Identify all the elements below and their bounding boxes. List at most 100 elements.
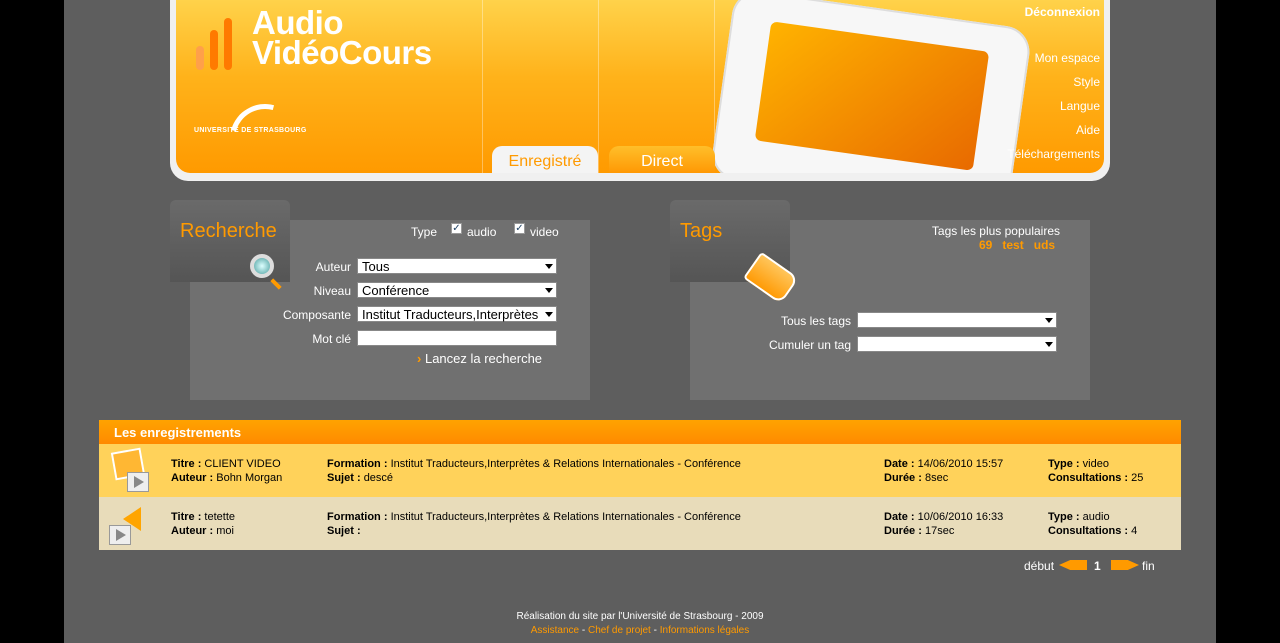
header-nav: Déconnexion Mon espace Style Langue Aide… bbox=[1007, 0, 1100, 161]
recording-type: audio bbox=[1082, 511, 1110, 523]
author-field-label: Auteur : bbox=[171, 472, 214, 484]
all-tags-label: Tous les tags bbox=[780, 314, 851, 328]
level-label: Niveau bbox=[313, 284, 351, 298]
logo-line2: VidéoCours bbox=[252, 34, 432, 71]
site-header: Audio VidéoCours UNIVERSITÉ DE STRASBOUR… bbox=[170, 0, 1110, 181]
type-field-label: Type : bbox=[1048, 458, 1080, 470]
author-label: Auteur bbox=[315, 260, 351, 274]
views-label: Consultations : bbox=[1048, 525, 1129, 537]
audio-checkbox[interactable]: ✓ bbox=[451, 223, 462, 234]
pagination-first-link[interactable]: début bbox=[1024, 559, 1054, 573]
tab-recorded[interactable]: Enregistré bbox=[492, 146, 598, 173]
all-tags-select[interactable] bbox=[857, 312, 1057, 328]
footer-separator: - bbox=[581, 625, 586, 636]
video-checkbox[interactable]: ✓ bbox=[514, 223, 525, 234]
duration-label: Durée : bbox=[884, 472, 922, 484]
combine-tag-select[interactable] bbox=[857, 336, 1057, 352]
popular-tag-link[interactable]: test bbox=[1002, 238, 1023, 252]
play-icon[interactable] bbox=[127, 472, 149, 492]
logo-bars-icon bbox=[196, 16, 240, 70]
audio-icon[interactable] bbox=[109, 503, 147, 545]
recordings-title: Les enregistrements bbox=[114, 425, 242, 440]
chevron-right-icon: › bbox=[417, 351, 422, 366]
level-select[interactable]: Conférence bbox=[357, 282, 557, 298]
formation-label: Formation : bbox=[327, 458, 388, 470]
recording-formation: Institut Traducteurs,Interprètes & Relat… bbox=[390, 511, 741, 523]
keyword-label: Mot clé bbox=[312, 332, 351, 346]
popular-tag-link[interactable]: uds bbox=[1034, 238, 1055, 252]
type-label: Type bbox=[411, 225, 438, 239]
site-logo[interactable]: Audio VidéoCours bbox=[252, 6, 432, 71]
popular-tags-label: Tags les plus populaires bbox=[931, 224, 1060, 238]
chevron-down-icon bbox=[545, 288, 553, 293]
footer-separator: - bbox=[653, 625, 657, 636]
combine-tag-label: Cumuler un tag bbox=[768, 338, 851, 352]
audio-label: audio bbox=[467, 225, 497, 239]
tab-live[interactable]: Direct bbox=[609, 146, 715, 173]
date-label: Date : bbox=[884, 511, 915, 523]
recording-author: Bohn Morgan bbox=[216, 472, 283, 484]
chevron-down-icon bbox=[545, 264, 553, 269]
player-device-illustration bbox=[709, 0, 1033, 173]
title-label: Titre : bbox=[171, 458, 202, 470]
recording-views: 25 bbox=[1131, 472, 1144, 484]
author-select-value: Tous bbox=[362, 259, 390, 274]
title-label: Titre : bbox=[171, 511, 202, 523]
recording-formation: Institut Traducteurs,Interprètes & Relat… bbox=[390, 458, 741, 470]
my-space-link[interactable]: Mon espace bbox=[1007, 51, 1100, 65]
type-field-label: Type : bbox=[1048, 511, 1080, 523]
chevron-down-icon bbox=[1045, 318, 1053, 323]
style-link[interactable]: Style bbox=[1007, 75, 1100, 89]
level-select-value: Conférence bbox=[362, 283, 430, 298]
chevron-down-icon bbox=[1045, 342, 1053, 347]
recording-row[interactable]: Titre : tetette Auteur : moi Formation :… bbox=[99, 497, 1181, 550]
date-label: Date : bbox=[884, 458, 915, 470]
recording-views: 4 bbox=[1131, 525, 1138, 537]
subject-label: Sujet : bbox=[327, 525, 361, 537]
popular-tags-list: 69 test uds bbox=[979, 238, 1055, 252]
chevron-down-icon bbox=[545, 312, 553, 317]
pagination-current-page[interactable]: 1 bbox=[1094, 559, 1101, 573]
recording-duration: 17sec bbox=[924, 525, 955, 537]
author-select[interactable]: Tous bbox=[357, 258, 557, 274]
header-banner: Audio VidéoCours UNIVERSITÉ DE STRASBOUR… bbox=[176, 0, 1104, 173]
downloads-link[interactable]: Téléchargements bbox=[1007, 147, 1100, 161]
recording-duration: 8sec bbox=[924, 472, 949, 484]
assistance-link[interactable]: Assistance bbox=[531, 625, 579, 636]
recording-title[interactable]: tetette bbox=[204, 511, 235, 523]
keyword-input[interactable] bbox=[357, 330, 557, 346]
footer-links: Assistance - Chef de projet - Informatio… bbox=[0, 625, 1280, 636]
search-submit-link[interactable]: › Lancez la recherche bbox=[417, 351, 542, 366]
search-submit-label: Lancez la recherche bbox=[424, 351, 543, 366]
recording-author: moi bbox=[216, 525, 234, 537]
component-label: Composante bbox=[282, 308, 351, 322]
duration-label: Durée : bbox=[884, 525, 922, 537]
university-swirl-icon bbox=[217, 91, 313, 173]
video-label: video bbox=[530, 225, 559, 239]
play-icon[interactable] bbox=[109, 525, 131, 545]
search-title: Recherche bbox=[180, 220, 277, 242]
subject-label: Sujet : bbox=[327, 472, 361, 484]
recording-title[interactable]: CLIENT VIDEO bbox=[204, 458, 280, 470]
tags-title: Tags bbox=[680, 220, 723, 242]
component-select-value: Institut Traducteurs,Interprètes bbox=[362, 307, 539, 322]
language-link[interactable]: Langue bbox=[1007, 99, 1100, 113]
views-label: Consultations : bbox=[1048, 472, 1129, 484]
recording-date: 10/06/2010 16:33 bbox=[917, 511, 1004, 523]
recording-date: 14/06/2010 15:57 bbox=[917, 458, 1004, 470]
author-field-label: Auteur : bbox=[171, 525, 214, 537]
help-link[interactable]: Aide bbox=[1007, 123, 1100, 137]
recording-row[interactable]: Titre : CLIENT VIDEO Auteur : Bohn Morga… bbox=[99, 444, 1181, 497]
recordings-header: Les enregistrements bbox=[99, 420, 1181, 444]
pagination-last-link[interactable]: fin bbox=[1142, 559, 1155, 573]
project-lead-link[interactable]: Chef de projet bbox=[588, 625, 651, 636]
logout-link[interactable]: Déconnexion bbox=[1007, 5, 1100, 19]
component-select[interactable]: Institut Traducteurs,Interprètes bbox=[357, 306, 557, 322]
formation-label: Formation : bbox=[327, 511, 388, 523]
recording-subject: descé bbox=[363, 472, 394, 484]
popular-tag-link[interactable]: 69 bbox=[979, 238, 992, 252]
recording-type: video bbox=[1082, 458, 1109, 470]
footer-credit: Réalisation du site par l'Université de … bbox=[516, 611, 764, 622]
legal-info-link[interactable]: Informations légales bbox=[660, 625, 750, 636]
video-icon[interactable] bbox=[109, 447, 149, 492]
